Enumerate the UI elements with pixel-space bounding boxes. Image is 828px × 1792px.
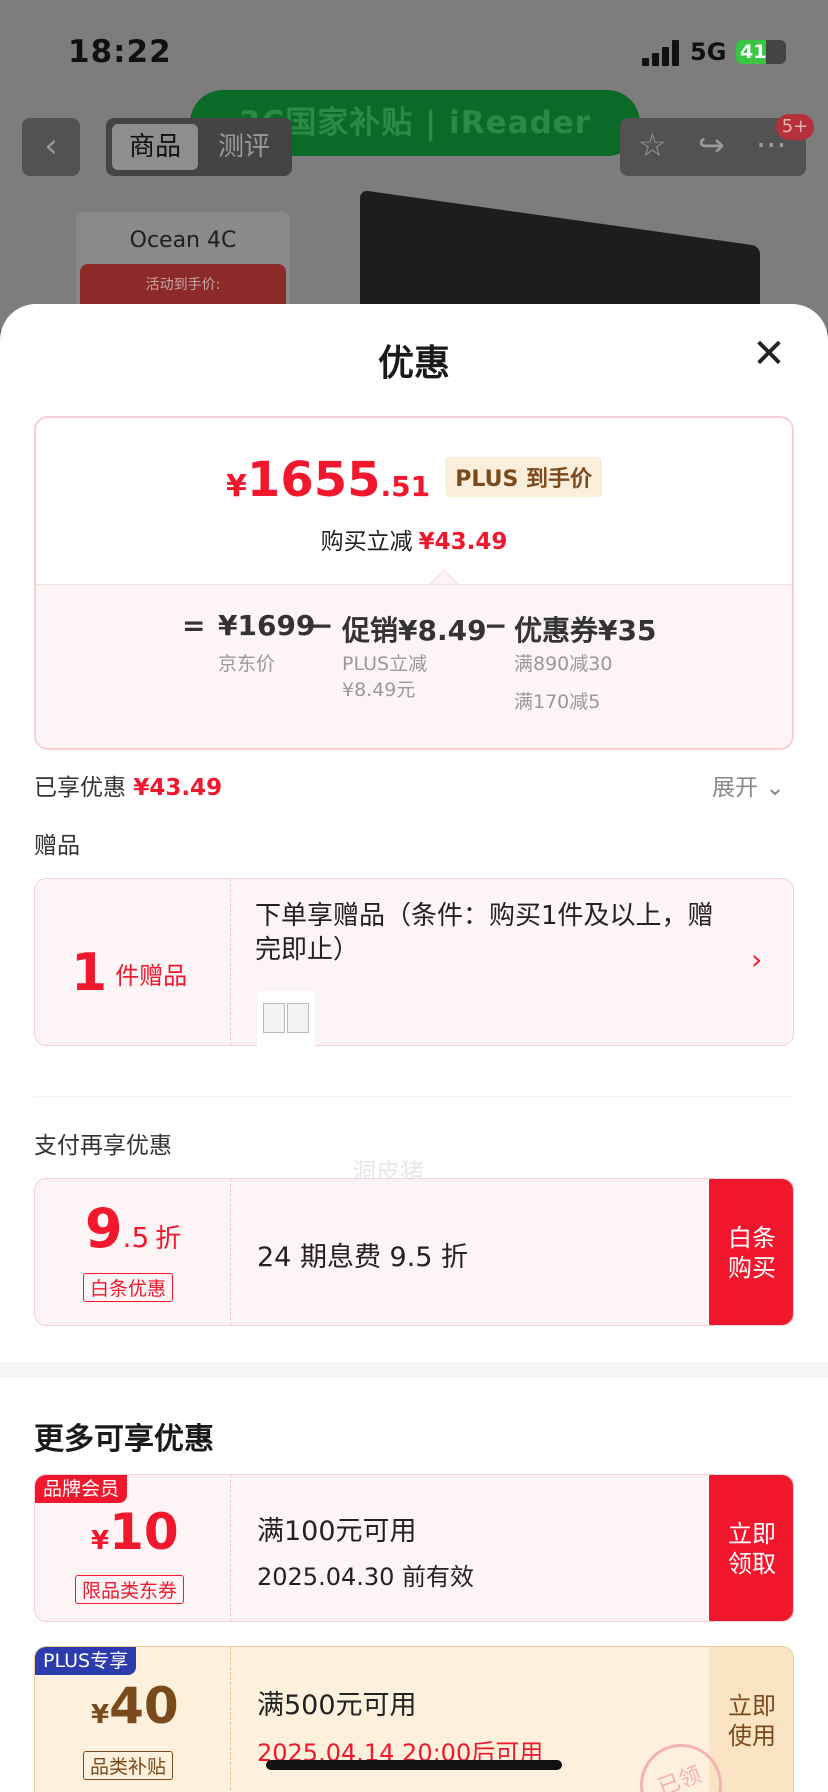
coupon-label: 满890减30 — [514, 653, 613, 675]
product-tabs: 商品 测评 — [106, 118, 292, 176]
more-offers-title: 更多可享优惠 — [34, 1422, 214, 1457]
price-top: ¥1655.51 PLUS 到手价 购买立减 ¥43.49 — [36, 418, 792, 584]
divider — [34, 1096, 794, 1097]
battery-level: 41 — [740, 41, 767, 63]
status-bar: 18:22 5G 41 — [0, 0, 828, 100]
price-row: ¥1655.51 PLUS 到手价 — [36, 452, 792, 508]
battery-icon: 41 — [736, 40, 786, 64]
baitiao-coupon: 9.5 折 白条优惠 24 期息费 9.5 折 白条购买 — [34, 1178, 794, 1326]
expand-toggle[interactable]: 展开 ⌄ — [712, 768, 785, 802]
enjoyed-discount: 已享优惠 ¥43.49 — [34, 775, 223, 801]
member-coupon-value: ¥10 限品类东券 — [35, 1475, 231, 1621]
baitiao-discount: 9.5 折 — [85, 1197, 182, 1260]
back-button[interactable]: ‹ — [22, 118, 80, 176]
save-line: 购买立减 ¥43.49 — [320, 529, 508, 555]
background-page: 18:22 5G 41 3C国家补贴 | iReader ‹ 商品 测评 ☆ ↪… — [0, 0, 828, 330]
discount-sheet: 优惠 ✕ ¥1655.51 PLUS 到手价 购买立减 ¥43.49 = ¥169… — [0, 304, 828, 1792]
promo-label: PLUS立减 — [342, 653, 428, 675]
baitiao-discount-panel: 9.5 折 白条优惠 — [35, 1179, 231, 1325]
minus-sign-2: − — [484, 609, 508, 642]
price-summary-card: ¥1655.51 PLUS 到手价 购买立减 ¥43.49 = ¥1699 京东价… — [34, 416, 794, 750]
enjoyed-amount: ¥43.49 — [133, 775, 223, 801]
member-coupon-validity: 2025.04.30 前有效 — [257, 1563, 475, 1591]
tab-review[interactable]: 测评 — [202, 124, 286, 170]
use-coupon-button[interactable]: 立即使用 — [709, 1647, 793, 1792]
star-icon[interactable]: ☆ — [638, 126, 667, 164]
section-separator — [0, 1362, 828, 1378]
member-coupon-tag: 限品类东券 — [75, 1575, 185, 1604]
coupon-label-2: 满170减5 — [514, 691, 601, 713]
signal-icon — [642, 40, 682, 66]
member-coupon-amount: ¥10 — [91, 1503, 179, 1561]
member-coupon-condition: 满100元可用 — [257, 1516, 417, 1547]
tab-product[interactable]: 商品 — [112, 124, 198, 170]
plus-coupon-amount: ¥40 — [91, 1677, 179, 1735]
plus-coupon-tag: 品类补贴 — [83, 1751, 174, 1780]
chevron-right-icon: › — [751, 943, 763, 976]
status-time: 18:22 — [68, 34, 172, 70]
plus-price-tag: PLUS 到手价 — [445, 457, 602, 497]
pay-section-title: 支付再享优惠 — [34, 1133, 172, 1159]
plus-coupon-condition: 满500元可用 — [257, 1690, 417, 1721]
promo-amount: 促销¥8.49 — [342, 614, 487, 647]
chevron-down-icon: ⌄ — [765, 775, 785, 801]
baitiao-tag: 白条优惠 — [83, 1273, 174, 1302]
gift-count-panel: 1 件赠品 — [35, 879, 231, 1045]
sheet-title: 优惠 — [377, 343, 450, 384]
gift-card[interactable]: 1 件赠品 下单享赠品（条件：购买1件及以上，赠完即止） › — [34, 878, 794, 1049]
gift-description: 下单享赠品（条件：购买1件及以上，赠完即止） — [255, 901, 714, 965]
minus-sign: − — [310, 609, 334, 642]
gift-section-title: 赠品 — [34, 833, 80, 859]
jd-price-amount: ¥1699 — [218, 609, 316, 642]
home-indicator — [266, 1760, 562, 1770]
network-type: 5G — [690, 38, 727, 66]
equals-sign: = — [182, 609, 206, 642]
coupon-amount: 优惠券¥35 — [514, 614, 657, 647]
baitiao-buy-button[interactable]: 白条购买 — [709, 1179, 793, 1325]
notification-badge: 5+ — [776, 114, 814, 140]
share-icon[interactable]: ↪ — [698, 126, 725, 164]
close-icon[interactable]: ✕ — [748, 334, 790, 376]
product-price-label: 活动到手价: — [145, 277, 221, 293]
product-name: Ocean 4C — [129, 228, 237, 253]
price-breakdown: = ¥1699 京东价 − 促销¥8.49 PLUS立减 ¥8.49元 − 优惠… — [36, 584, 792, 748]
jd-price-label: 京东价 — [218, 653, 276, 675]
gift-thumbnail — [257, 991, 315, 1049]
baitiao-description: 24 期息费 9.5 折 — [257, 1242, 469, 1273]
claim-coupon-button[interactable]: 立即领取 — [709, 1475, 793, 1621]
gift-count: 1 件赠品 — [71, 943, 188, 1003]
member-coupon: 品牌会员 ¥10 限品类东券 满100元可用 2025.04.30 前有效 立即… — [34, 1474, 794, 1622]
promo-label-2: ¥8.49元 — [342, 679, 416, 701]
save-amount: ¥43.49 — [418, 529, 508, 555]
plus-coupon-value: ¥40 品类补贴 — [35, 1647, 231, 1792]
final-price: ¥1655.51 — [226, 452, 431, 508]
